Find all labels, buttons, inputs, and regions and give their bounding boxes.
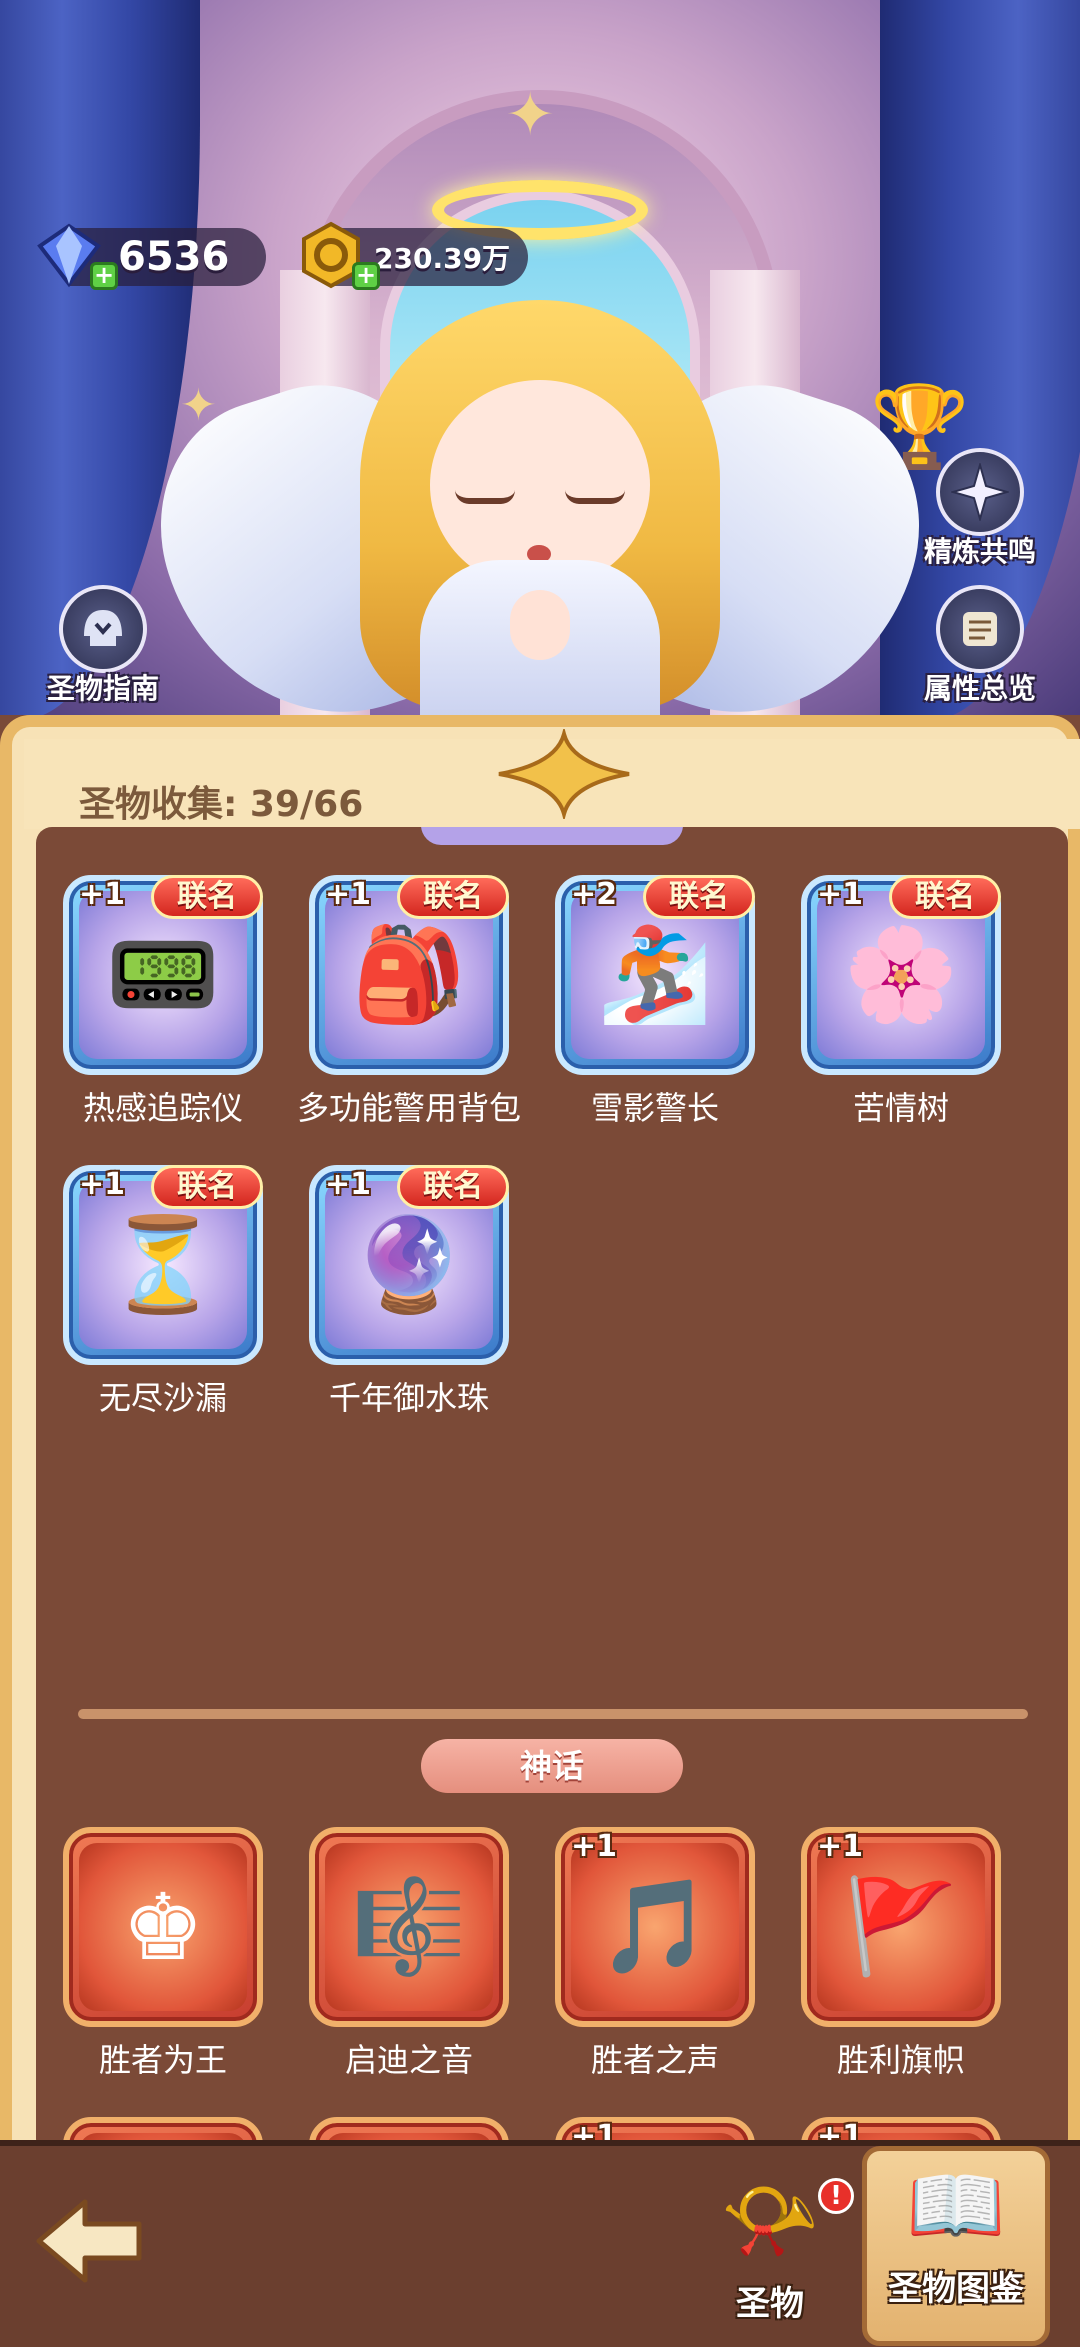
relic-card[interactable]: 📟 +1 联名 热感追踪仪 — [63, 875, 263, 1129]
relic-name: 千年御水珠 — [328, 1379, 489, 1417]
relic-card[interactable]: 🌸 +1 联名 苦情树 — [801, 875, 1001, 1129]
relic-level: +1 — [817, 1829, 864, 1864]
relic-level: +1 — [79, 877, 126, 912]
relic-card[interactable]: 🔮 +1 联名 千年御水珠 — [309, 1165, 509, 1419]
relic-card[interactable]: 🎒 +1 联名 多功能警用背包 — [297, 875, 521, 1129]
relic-name: 无尽沙漏 — [98, 1379, 227, 1417]
relic-card[interactable]: 🎼 启迪之音 — [309, 1827, 509, 2081]
collection-progress: 圣物收集: 39/66 — [79, 784, 364, 825]
relic-name: 胜利旗帜 — [836, 2041, 965, 2079]
relic-name: 多功能警用背包 — [296, 1089, 521, 1127]
panel-header: 圣物收集: 39/66 — [24, 729, 1080, 829]
book-icon: 📖 — [906, 2159, 1006, 2252]
relic-guide-label: 圣物指南 — [46, 672, 159, 705]
collab-tag: 联名 — [643, 875, 755, 919]
relic-name: 雪影警长 — [590, 1089, 719, 1127]
tab-codex-label: 圣物图鉴 — [888, 2269, 1024, 2309]
banner-icon: 🚩 — [817, 1843, 985, 2011]
relic-level: +1 — [79, 1167, 126, 1202]
back-button[interactable] — [30, 2186, 150, 2296]
relic-frame: 🚩 +1 — [801, 1827, 1001, 2027]
relic-name: 胜者为王 — [98, 2041, 227, 2079]
flute-icon: 🎵 — [571, 1843, 739, 2011]
gem-amount: 6536 — [118, 234, 230, 280]
relic-guide-button[interactable]: 圣物指南 — [28, 585, 178, 715]
relic-level: +1 — [817, 877, 864, 912]
relic-list[interactable]: 📟 +1 联名 热感追踪仪 🎒 +1 联名 多功能警用背包 🏂 +2 联名 雪影警长 🌸 +1 联名 苦情树 ⏳… — [36, 827, 1068, 2155]
gold-counter[interactable]: + 230.39万 — [302, 221, 528, 290]
angel-eye-left — [455, 490, 515, 504]
relic-level: +2 — [571, 877, 618, 912]
relic-name: 启迪之音 — [344, 2041, 473, 2079]
relic-name: 苦情树 — [852, 1089, 949, 1127]
panel-frame: 圣物收集: 39/66 📟 +1 联名 热感追踪仪 🎒 +1 联名 多功能警用背包 🏂 +2 联名雪… — [0, 715, 1080, 2155]
harp-icon: 🎼 — [325, 1843, 493, 2011]
relic-card[interactable]: 🏂 +2 联名 雪影警长 — [555, 875, 755, 1129]
collab-tag: 联名 — [397, 1165, 509, 1209]
collab-tag: 联名 — [151, 1165, 263, 1209]
bottom-nav: 📯 圣物 ! 📖 圣物图鉴 — [0, 2140, 1080, 2347]
collab-tag: 联名 — [397, 875, 509, 919]
alert-badge: ! — [818, 2178, 854, 2214]
scroll-icon — [936, 585, 1024, 673]
gold-ornament-icon — [498, 729, 630, 819]
refine-resonance-button[interactable]: 精炼共鸣 — [905, 448, 1055, 578]
add-gold-icon[interactable]: + — [352, 262, 380, 290]
attribute-overview-label: 属性总览 — [923, 672, 1036, 705]
relic-level: +1 — [571, 1829, 618, 1864]
relic-card[interactable]: 🚩 +1 胜利旗帜 — [801, 1827, 1001, 2081]
relic-frame: 🌸 +1 联名 — [801, 875, 1001, 1075]
relic-card[interactable]: ♚ 胜者为王 — [63, 1827, 263, 2081]
relic-panel: 圣物收集: 39/66 📟 +1 联名 热感追踪仪 🎒 +1 联名 多功能警用背包 🏂 +2 联名雪… — [0, 715, 1080, 2155]
gold-amount: 230.39万 — [374, 242, 511, 275]
previous-section-header — [421, 827, 683, 845]
relic-frame: 🎼 — [309, 1827, 509, 2027]
relic-frame: ⏳ +1 联名 — [63, 1165, 263, 1365]
tab-relic-codex[interactable]: 📖 圣物图鉴 — [862, 2146, 1050, 2346]
collab-tag: 联名 — [151, 875, 263, 919]
relic-level: +1 — [325, 1167, 372, 1202]
tab-relic-label: 圣物 — [736, 2284, 804, 2324]
attribute-overview-button[interactable]: 属性总览 — [905, 585, 1055, 715]
relic-frame: 🎒 +1 联名 — [309, 875, 509, 1075]
chess-king-icon: ♚ — [79, 1843, 247, 2011]
back-arrow-icon — [36, 2199, 142, 2283]
compass-star-icon — [936, 448, 1024, 536]
relic-level: +1 — [325, 877, 372, 912]
relic-frame: ♚ — [63, 1827, 263, 2027]
star-ornament-icon: ✦ — [505, 80, 556, 150]
tab-relic[interactable]: 📯 圣物 ! — [690, 2166, 854, 2336]
relic-frame: 📟 +1 联名 — [63, 875, 263, 1075]
relic-frame: 🔮 +1 联名 — [309, 1165, 509, 1365]
collab-tag: 联名 — [889, 875, 1001, 919]
refine-resonance-label: 精炼共鸣 — [923, 535, 1036, 568]
relic-card[interactable]: ⏳ +1 联名 无尽沙漏 — [63, 1165, 263, 1419]
add-gems-icon[interactable]: + — [90, 262, 118, 290]
helmet-icon — [59, 585, 147, 673]
gem-counter[interactable]: + 6536 — [37, 223, 266, 290]
relic-card[interactable]: 🎵 +1 胜者之声 — [555, 1827, 755, 2081]
section-divider — [78, 1709, 1028, 1719]
myth-section-header: 神话 — [421, 1739, 683, 1793]
relic-name: 热感追踪仪 — [82, 1089, 243, 1127]
relic-frame: 🏂 +2 联名 — [555, 875, 755, 1075]
angel-eye-right — [565, 490, 625, 504]
relic-frame: 🎵 +1 — [555, 1827, 755, 2027]
relic-name: 胜者之声 — [590, 2041, 719, 2079]
angel-hands — [510, 590, 570, 660]
